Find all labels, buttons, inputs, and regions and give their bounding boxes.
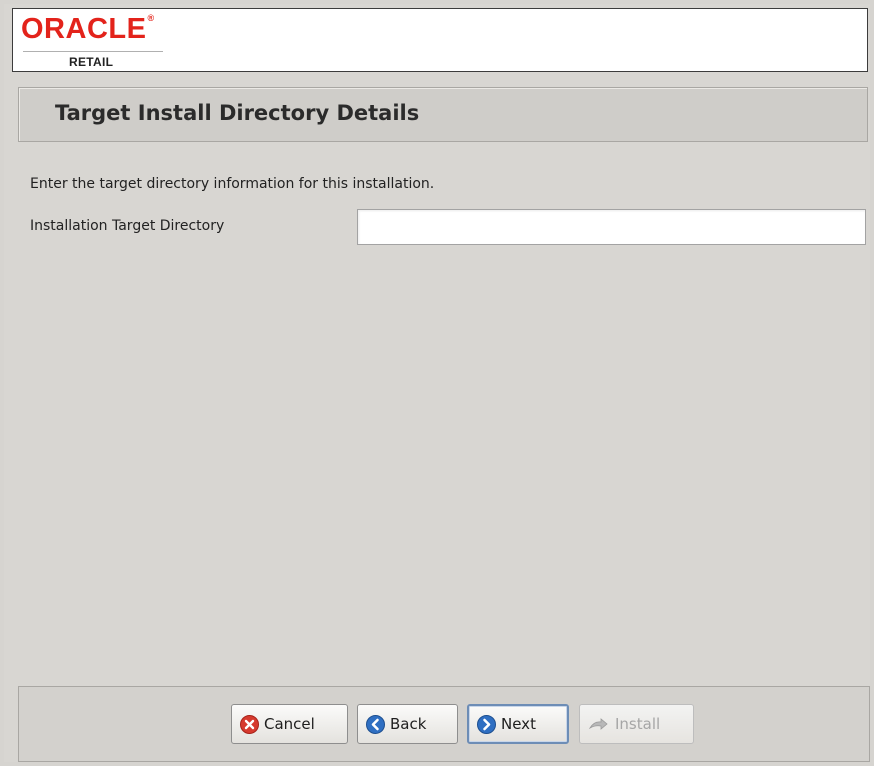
target-directory-label: Installation Target Directory (30, 218, 225, 234)
brand-header: ORACLE® RETAIL (12, 8, 868, 72)
install-label: Install (615, 715, 661, 733)
page-title: Target Install Directory Details (55, 101, 420, 125)
intro-text: Enter the target directory information f… (30, 176, 435, 192)
logo-retail-text: RETAIL (69, 55, 114, 69)
next-arrow-icon (477, 714, 496, 734)
cancel-label: Cancel (264, 715, 315, 733)
page-title-panel: Target Install Directory Details (18, 87, 868, 142)
button-bar: Cancel Back Next Install (18, 686, 870, 762)
cancel-button[interactable]: Cancel (231, 704, 348, 744)
cancel-x-icon (240, 714, 259, 734)
back-label: Back (390, 715, 427, 733)
back-arrow-icon (366, 714, 385, 734)
next-label: Next (501, 715, 536, 733)
back-button[interactable]: Back (357, 704, 458, 744)
target-directory-input[interactable] (357, 209, 866, 245)
install-button[interactable]: Install (579, 704, 694, 744)
logo-divider (23, 51, 163, 52)
oracle-logo: ORACLE® (21, 13, 155, 45)
install-arrow-icon (588, 715, 610, 734)
next-button[interactable]: Next (467, 704, 569, 744)
